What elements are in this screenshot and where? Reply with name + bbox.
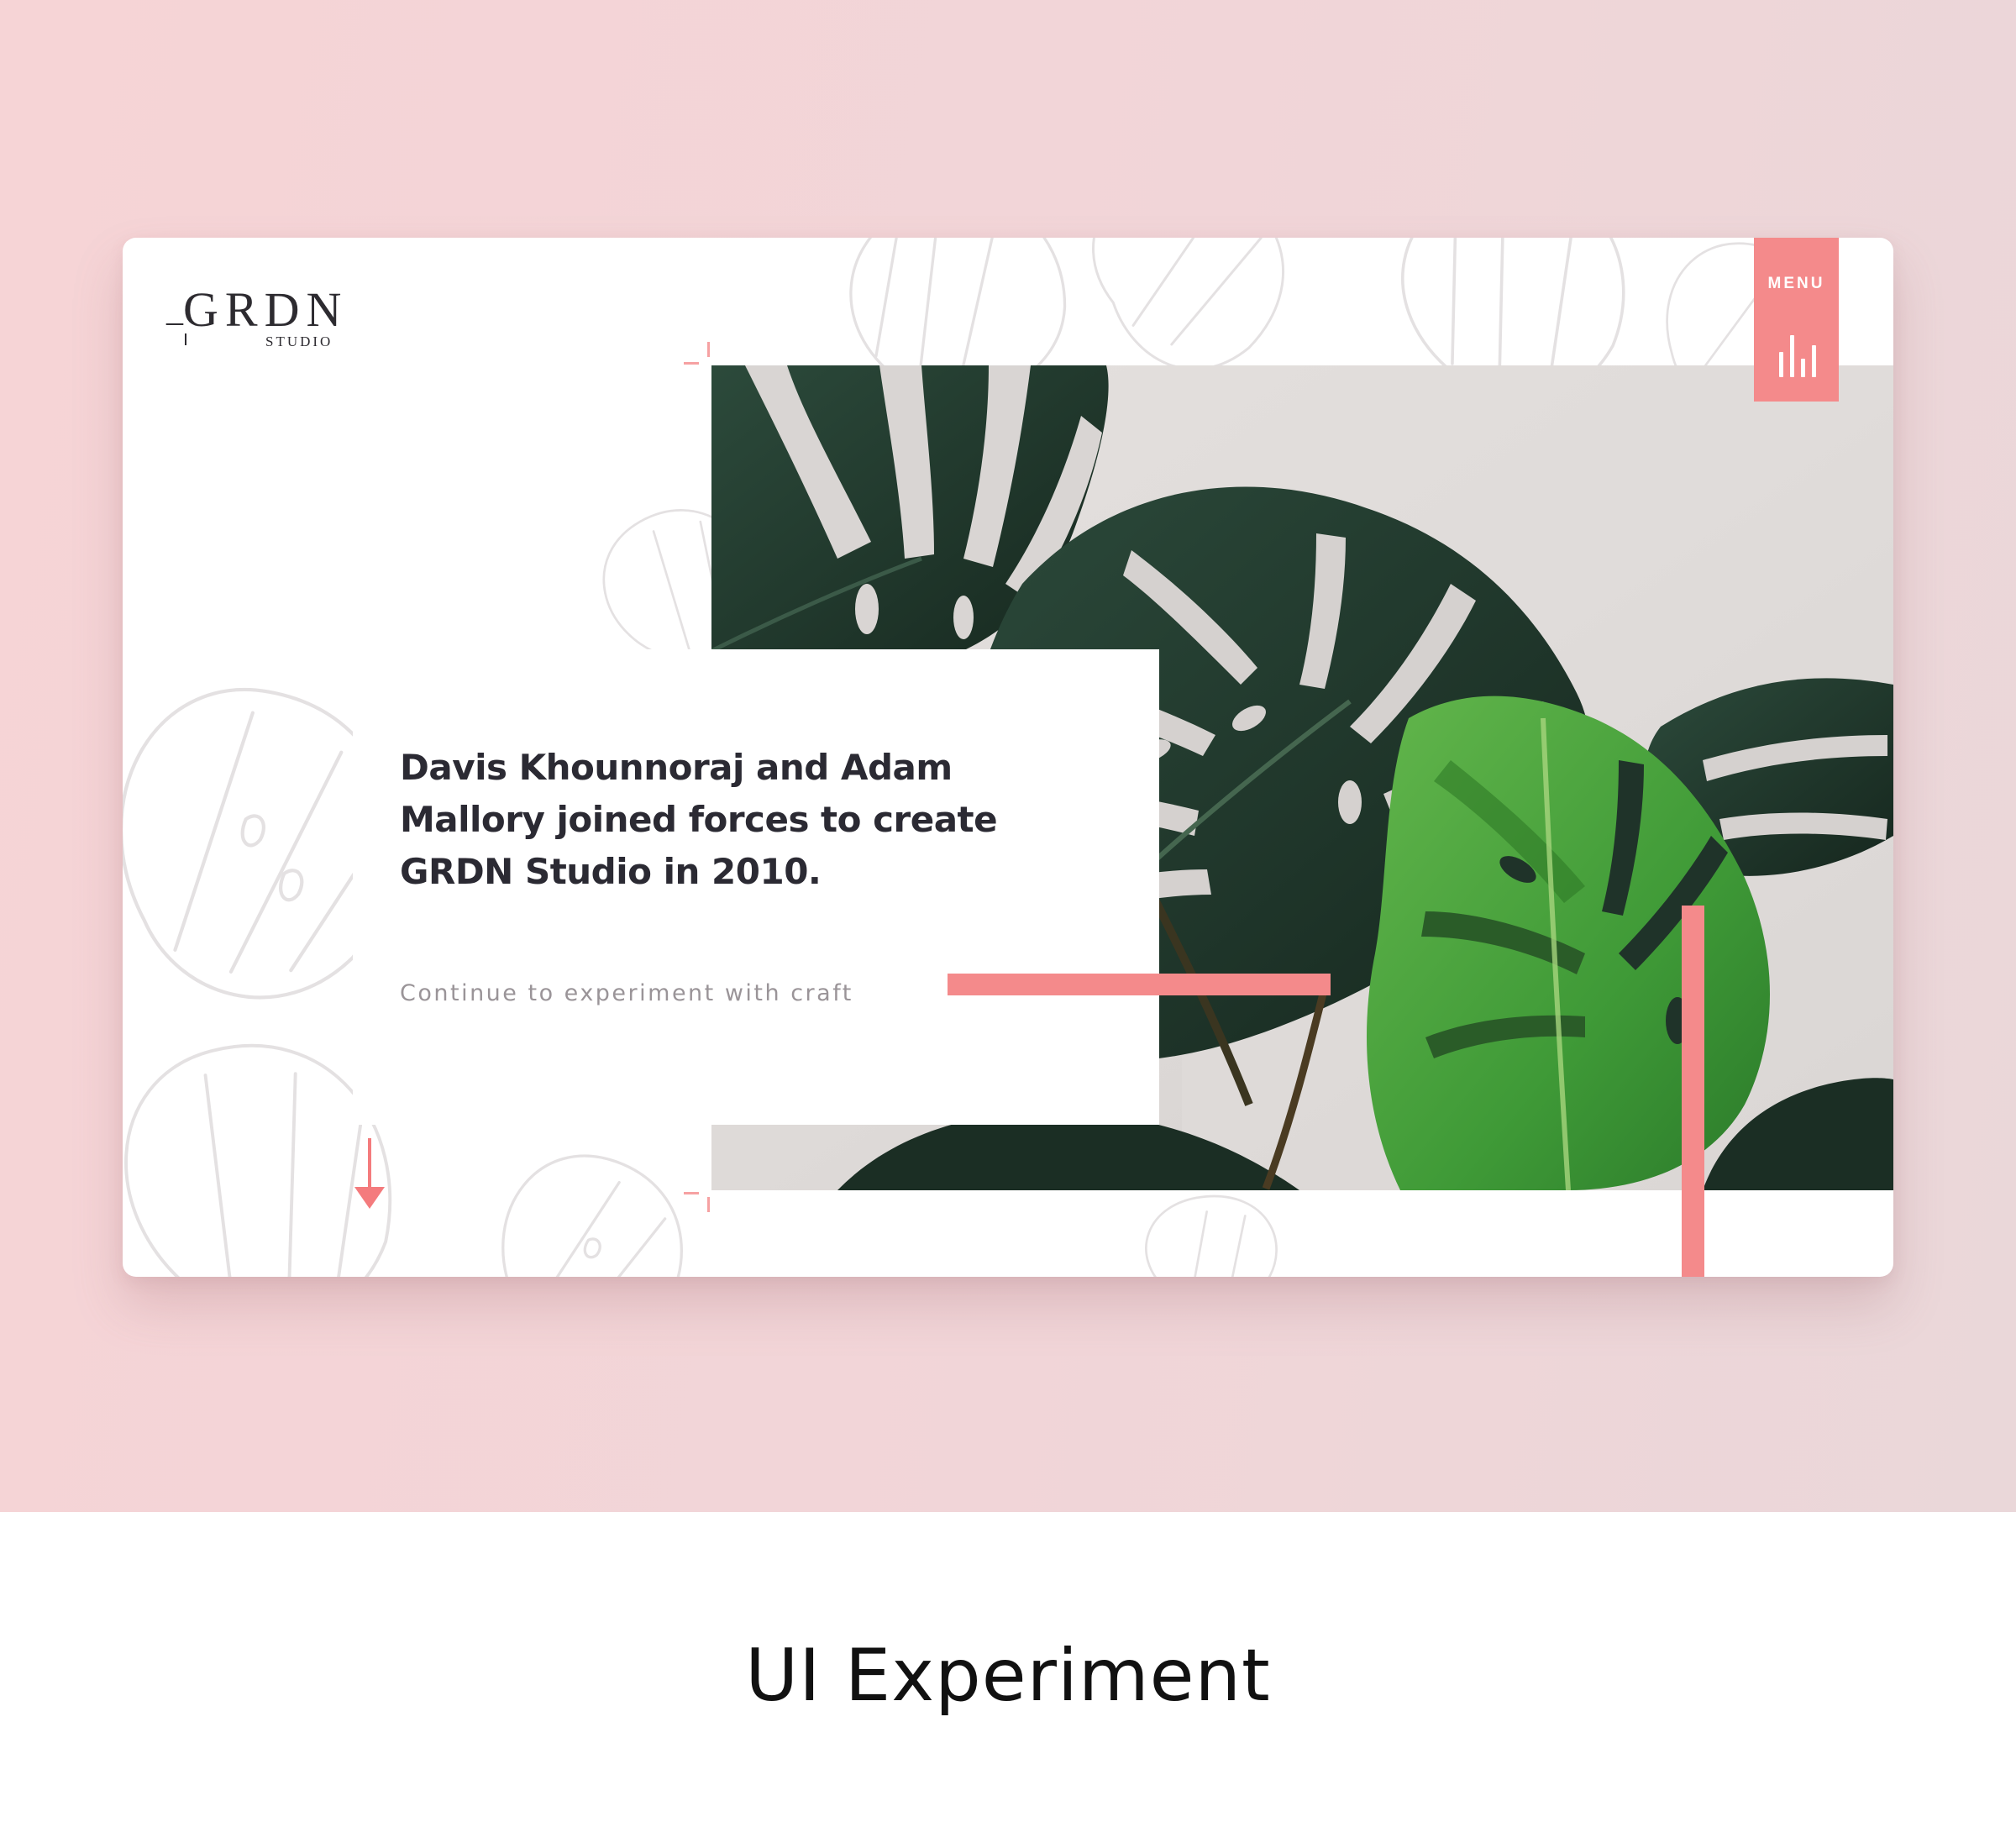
- crop-mark: [707, 1197, 710, 1212]
- bars-icon: [1779, 335, 1816, 377]
- crop-mark: [684, 1192, 699, 1194]
- grdn-studio-logo[interactable]: _GRDN STUDIO: [166, 285, 360, 352]
- accent-bar-horizontal: [948, 974, 1331, 995]
- logo-subtext: STUDIO: [265, 333, 333, 349]
- hero-headline: Davis Khounnoraj and Adam Mallory joined…: [400, 747, 998, 892]
- hero-subline-link[interactable]: Continue to experiment with craft: [400, 980, 853, 1006]
- accent-bar-vertical: [1682, 906, 1704, 1277]
- caption-title: UI Experiment: [745, 1634, 1271, 1718]
- arrow-down-icon[interactable]: [349, 1138, 390, 1214]
- menu-button[interactable]: MENU: [1754, 238, 1839, 402]
- logo-wordmark: _GRDN: [166, 282, 349, 337]
- crop-mark: [684, 362, 699, 365]
- crop-mark: [707, 342, 710, 357]
- website-preview-card: _GRDN STUDIO Davis Khounnoraj and Adam M…: [123, 238, 1893, 1277]
- menu-label: MENU: [1767, 275, 1825, 292]
- logo-tick-mark: [185, 333, 186, 345]
